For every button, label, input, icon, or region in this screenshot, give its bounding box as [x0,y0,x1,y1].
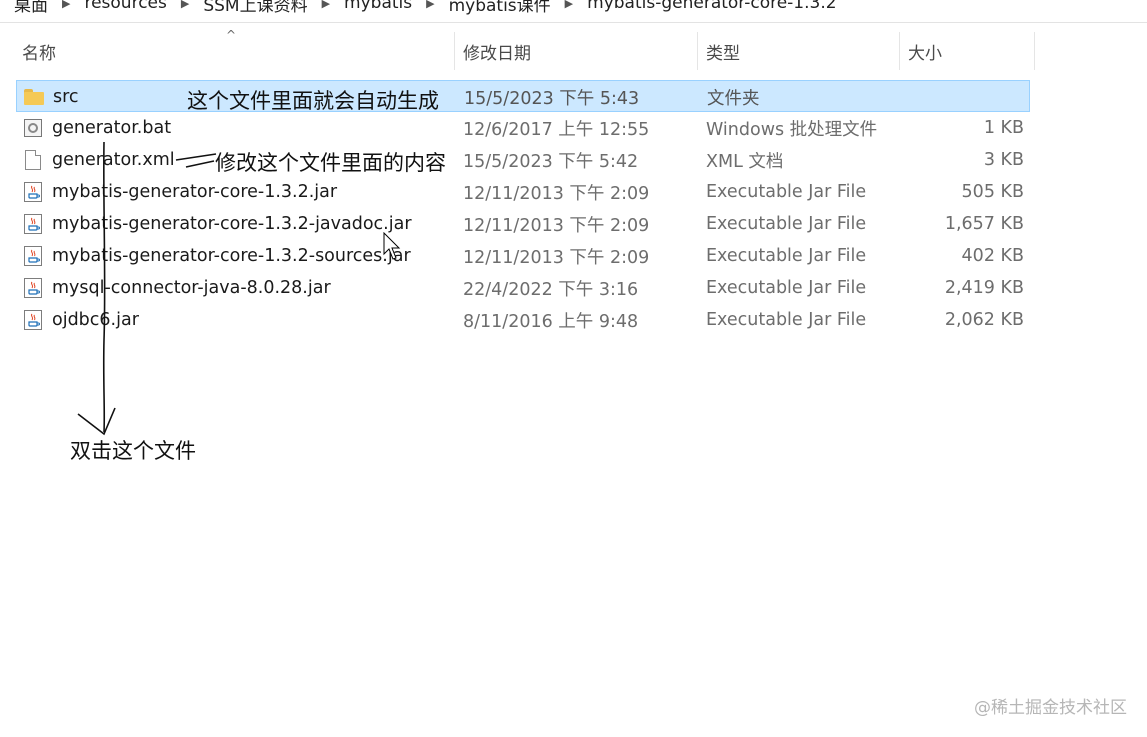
file-name: generator.bat [52,118,172,138]
annotation-src-note: 这个文件里面就会自动生成 [187,89,439,113]
file-modified-date: 22/4/2022 下午 3:16 [463,279,639,300]
jar-file-icon [22,240,44,272]
breadcrumb-item-ssm[interactable]: SSM上课资料 [197,0,313,16]
jar-file-icon [22,176,44,208]
file-name: generator.xml [52,150,175,170]
file-explorer-window: 桌面 ▶ resources ▶ SSM上课资料 ▶ mybatis ▶ myb… [0,0,1147,737]
file-row[interactable]: mybatis-generator-core-1.3.2-javadoc.jar… [16,208,1030,240]
file-size: 1,657 KB [944,214,1024,234]
annotation-xml-note: 修改这个文件里面的内容 [215,151,446,175]
file-name: ojdbc6.jar [52,310,139,330]
column-divider[interactable] [1034,32,1035,70]
file-type: Windows 批处理文件 [706,119,878,140]
jar-file-icon [22,304,44,336]
column-header-date[interactable]: 修改日期 [455,30,697,72]
breadcrumb-item-mybatis-courseware[interactable]: mybatis课件 [443,0,557,16]
file-row[interactable]: generator.bat 12/6/2017 上午 12:55 Windows 批… [16,112,1030,144]
file-modified-date: 12/11/2013 下午 2:09 [463,215,650,236]
file-size: 3 KB [983,150,1024,170]
file-name: mysql-connector-java-8.0.28.jar [52,278,331,298]
watermark: @稀土掘金技术社区 [974,698,1127,718]
jar-file-icon [22,272,44,304]
file-list: src 15/5/2023 下午 5:43 文件夹 generator.bat 12/6… [16,80,1030,336]
file-modified-date: 15/5/2023 下午 5:43 [464,88,640,109]
sort-ascending-icon: ^ [226,28,237,42]
breadcrumb-item-mybatis[interactable]: mybatis [338,0,418,13]
xml-file-icon [22,144,44,176]
breadcrumb: 桌面 ▶ resources ▶ SSM上课资料 ▶ mybatis ▶ myb… [8,0,843,16]
file-row[interactable]: mybatis-generator-core-1.3.2.jar 12/11/20… [16,176,1030,208]
breadcrumb-item-desktop[interactable]: 桌面 [8,0,54,16]
column-header-row: 名称 ^ 修改日期 类型 大小 [0,28,1040,72]
file-row[interactable]: ojdbc6.jar 8/11/2016 上午 9:48 Executable Ja… [16,304,1030,336]
breadcrumb-separator-icon: ▶ [180,0,190,10]
file-type: Executable Jar File [706,278,867,298]
file-size: 402 KB [961,246,1024,266]
file-modified-date: 12/11/2013 下午 2:09 [463,247,650,268]
file-modified-date: 12/11/2013 下午 2:09 [463,183,650,204]
breadcrumb-separator-icon: ▶ [62,0,71,10]
file-modified-date: 8/11/2016 上午 9:48 [463,311,639,332]
file-type: Executable Jar File [706,246,867,266]
breadcrumb-separator-icon: ▶ [321,0,331,10]
file-type: Executable Jar File [706,310,867,330]
file-row[interactable]: mybatis-generator-core-1.3.2-sources.jar… [16,240,1030,272]
file-size: 2,419 KB [944,278,1024,298]
column-header-type[interactable]: 类型 [698,30,900,72]
annotation-bat-note: 双击这个文件 [70,439,196,463]
column-header-size[interactable]: 大小 [900,30,1034,72]
file-name: src [53,87,79,107]
file-size: 2,062 KB [944,310,1024,330]
file-type: Executable Jar File [706,182,867,202]
file-row[interactable]: mysql-connector-java-8.0.28.jar 22/4/2022… [16,272,1030,304]
file-type: 文件夹 [707,88,760,109]
batch-file-icon [22,112,44,144]
folder-icon [23,81,45,113]
file-modified-date: 15/5/2023 下午 5:42 [463,151,639,172]
file-row[interactable]: src 15/5/2023 下午 5:43 文件夹 [16,80,1030,112]
file-size: 505 KB [961,182,1024,202]
file-modified-date: 12/6/2017 上午 12:55 [463,119,650,140]
file-row[interactable]: generator.xml 15/5/2023 下午 5:42 XML 文档 3 KB [16,144,1030,176]
file-name: mybatis-generator-core-1.3.2.jar [52,182,338,202]
breadcrumb-item-generator-core[interactable]: mybatis-generator-core-1.3.2 [581,0,842,13]
mouse-cursor-icon [383,232,401,260]
address-bar-divider [0,22,1147,23]
breadcrumb-item-resources[interactable]: resources [78,0,172,13]
annotation-arrow-head [77,407,116,436]
file-size: 1 KB [983,118,1024,138]
file-type: Executable Jar File [706,214,867,234]
file-name: mybatis-generator-core-1.3.2-javadoc.jar [52,214,412,234]
jar-file-icon [22,208,44,240]
breadcrumb-separator-icon: ▶ [426,0,435,10]
breadcrumb-separator-icon: ▶ [564,0,574,10]
file-type: XML 文档 [706,151,784,172]
file-name: mybatis-generator-core-1.3.2-sources.jar [52,246,411,266]
